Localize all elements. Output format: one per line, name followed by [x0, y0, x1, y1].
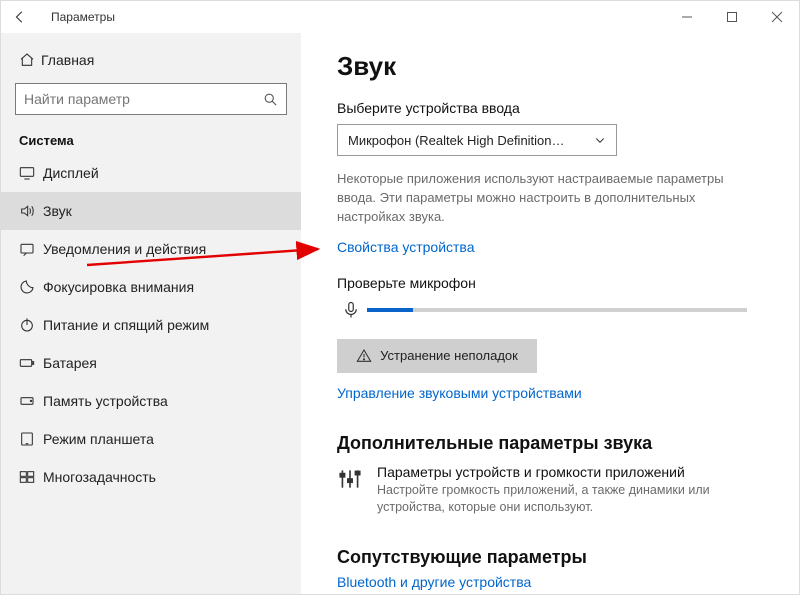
test-mic-label: Проверьте микрофон	[337, 275, 763, 291]
power-icon	[19, 317, 43, 333]
maximize-button[interactable]	[709, 1, 754, 33]
related-header: Сопутствующие параметры	[337, 547, 763, 568]
troubleshoot-label: Устранение неполадок	[380, 348, 518, 363]
app-volume-title: Параметры устройств и громкости приложен…	[377, 464, 763, 480]
sidebar-item-label: Звук	[43, 203, 72, 219]
battery-icon	[19, 355, 43, 371]
device-properties-link[interactable]: Свойства устройства	[337, 239, 763, 255]
storage-icon	[19, 393, 43, 409]
focus-icon	[19, 279, 43, 295]
troubleshoot-button[interactable]: Устранение неполадок	[337, 339, 537, 373]
sidebar-item-label: Дисплей	[43, 165, 99, 181]
sidebar-item-notifications[interactable]: Уведомления и действия	[1, 230, 301, 268]
app-volume-desc: Настройте громкость приложений, а также …	[377, 482, 763, 517]
input-device-dropdown[interactable]: Микрофон (Realtek High Definition…	[337, 124, 617, 156]
titlebar: Параметры	[1, 1, 799, 33]
advanced-header: Дополнительные параметры звука	[337, 433, 763, 454]
tablet-icon	[19, 431, 43, 447]
sidebar-item-storage[interactable]: Память устройства	[1, 382, 301, 420]
sidebar-group-header: Система	[1, 125, 301, 154]
input-device-label: Выберите устройства ввода	[337, 100, 763, 116]
close-button[interactable]	[754, 1, 799, 33]
home-icon	[19, 52, 41, 68]
sidebar-item-label: Режим планшета	[43, 431, 154, 447]
sidebar-item-multitask[interactable]: Многозадачность	[1, 458, 301, 496]
sidebar-item-label: Многозадачность	[43, 469, 156, 485]
sidebar-item-power[interactable]: Питание и спящий режим	[1, 306, 301, 344]
input-description: Некоторые приложения используют настраив…	[337, 170, 757, 227]
sidebar-item-label: Батарея	[43, 355, 97, 371]
input-device-value: Микрофон (Realtek High Definition…	[348, 133, 565, 148]
chevron-down-icon	[594, 134, 606, 146]
sidebar-item-label: Фокусировка внимания	[43, 279, 194, 295]
sidebar-item-sound[interactable]: Звук	[1, 192, 301, 230]
sidebar-item-label: Уведомления и действия	[43, 241, 206, 257]
sidebar-item-display[interactable]: Дисплей	[1, 154, 301, 192]
sound-icon	[19, 203, 43, 219]
bluetooth-link[interactable]: Bluetooth и другие устройства	[337, 574, 763, 590]
sidebar-home[interactable]: Главная	[1, 43, 301, 77]
multitask-icon	[19, 469, 43, 485]
mic-icon	[337, 299, 365, 321]
minimize-button[interactable]	[664, 1, 709, 33]
sidebar: Главная Система Дисплей Звук Уведомления…	[1, 33, 301, 594]
sidebar-item-tablet[interactable]: Режим планшета	[1, 420, 301, 458]
sidebar-home-label: Главная	[41, 52, 94, 68]
warning-icon	[356, 348, 372, 364]
sidebar-item-label: Питание и спящий режим	[43, 317, 209, 333]
search-input[interactable]	[24, 91, 263, 107]
sidebar-item-focus[interactable]: Фокусировка внимания	[1, 268, 301, 306]
sidebar-item-battery[interactable]: Батарея	[1, 344, 301, 382]
search-box[interactable]	[15, 83, 287, 115]
search-icon	[263, 92, 278, 107]
notifications-icon	[19, 241, 43, 257]
window-title: Параметры	[51, 10, 115, 24]
mic-level-meter	[367, 308, 747, 312]
app-volume-row[interactable]: Параметры устройств и громкости приложен…	[337, 464, 763, 517]
back-button[interactable]	[13, 10, 35, 24]
app-volume-icon	[337, 464, 363, 517]
mic-meter-row	[337, 299, 763, 321]
page-title: Звук	[337, 51, 763, 82]
sidebar-item-label: Память устройства	[43, 393, 168, 409]
display-icon	[19, 165, 43, 181]
main-panel: Звук Выберите устройства ввода Микрофон …	[301, 33, 799, 594]
manage-devices-link[interactable]: Управление звуковыми устройствами	[337, 385, 763, 401]
